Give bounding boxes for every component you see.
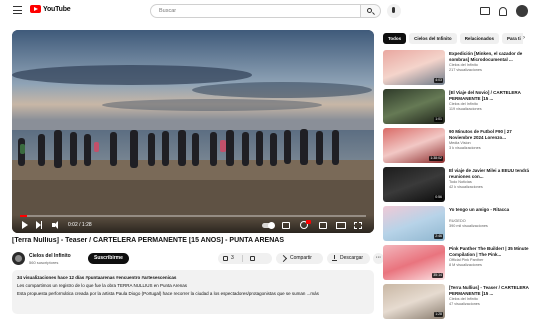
- chip-related[interactable]: Relacionados: [459, 33, 499, 44]
- recommendation-channel[interactable]: Official Pink Panther: [449, 258, 483, 262]
- duration-badge: 35:14: [432, 273, 443, 278]
- filter-chips: Todos Cielos del Infinito Relacionados P…: [383, 33, 529, 45]
- divider: [242, 255, 243, 262]
- recommendation-views: 3 k visualizaciones: [449, 146, 481, 150]
- recommendation-title[interactable]: El viaje de Javier Milei a EEUU tendrá r…: [449, 168, 531, 179]
- thumbs-down-icon[interactable]: [250, 256, 255, 261]
- share-icon: [279, 254, 288, 263]
- download-label: Descargar: [340, 255, 364, 261]
- account-avatar[interactable]: [516, 5, 528, 17]
- description-box[interactable]: 34 visualizaciones hace 12 días #puntaar…: [12, 270, 374, 314]
- recommendation-title[interactable]: Yo tengo un amigo - Ritacca: [449, 207, 531, 218]
- recommendation-views: 47 visualizaciones: [449, 302, 480, 306]
- channel-name[interactable]: Cielos del Infinito: [29, 253, 71, 259]
- video-title: [Terra Nullius] - Teaser / CARTELERA PER…: [12, 237, 284, 244]
- top-right-actions: [480, 5, 528, 17]
- description-line: Esta propuesta performática creada por l…: [17, 291, 319, 296]
- subscribe-button[interactable]: Suscribirme: [88, 253, 129, 264]
- recommendation-channel[interactable]: Media Vision: [449, 141, 471, 145]
- recommendation-title[interactable]: [El Viaje del Novio] / CARTELERA PERMANE…: [449, 90, 531, 101]
- top-bar: YouTube Buscar: [0, 0, 537, 22]
- duration-badge: 4:03: [434, 78, 443, 83]
- chip-channel[interactable]: Cielos del Infinito: [409, 33, 457, 44]
- play-icon[interactable]: [22, 221, 28, 229]
- recommendation-channel[interactable]: Cielos del Infinito: [449, 102, 478, 106]
- recommendation-channel[interactable]: Cielos del Infinito: [449, 297, 478, 301]
- recommendation-views: 8 M visualizaciones: [449, 263, 482, 267]
- duration-badge: 1:28: [434, 312, 443, 317]
- recommendation-title[interactable]: Expedición [Minken, el cazador de sombra…: [449, 51, 531, 62]
- hd-badge: [306, 220, 311, 224]
- duration-badge: 0:56: [434, 195, 443, 200]
- like-count: 3: [231, 255, 234, 261]
- autoplay-toggle[interactable]: [262, 222, 275, 229]
- youtube-play-icon: [30, 5, 41, 13]
- progress-bar[interactable]: [20, 215, 366, 217]
- youtube-logo[interactable]: YouTube: [30, 5, 71, 13]
- voice-search-button[interactable]: [387, 4, 401, 18]
- video-thumbnail[interactable]: 4:03: [383, 50, 445, 85]
- notifications-bell-icon[interactable]: [499, 6, 507, 16]
- logo-text: YouTube: [43, 5, 71, 13]
- recommendation-views: 217 visualizaciones: [449, 68, 482, 72]
- miniplayer-icon[interactable]: [319, 222, 327, 229]
- share-button[interactable]: Compartir: [276, 253, 323, 264]
- volume-icon[interactable]: [52, 221, 60, 229]
- chip-all[interactable]: Todos: [383, 33, 407, 44]
- search-button[interactable]: [361, 4, 381, 18]
- fullscreen-icon[interactable]: [354, 222, 362, 229]
- like-dislike-group: 3: [218, 253, 272, 264]
- recommendation-channel[interactable]: Cielos del Infinito: [449, 63, 478, 67]
- menu-icon[interactable]: [13, 6, 22, 14]
- channel-avatar[interactable]: [12, 252, 25, 265]
- video-player[interactable]: 0:02 / 1:28: [12, 30, 374, 233]
- description-meta: 34 visualizaciones hace 12 días #puntaar…: [17, 275, 177, 280]
- captions-icon[interactable]: [282, 222, 290, 229]
- channel-row: Cielos del Infinito 560 suscriptores Sus…: [12, 251, 384, 267]
- subscriber-count: 560 suscriptores: [29, 260, 59, 265]
- recommendation-title[interactable]: [Terra Nullius] - Teaser / CARTELERA PER…: [449, 285, 531, 296]
- duration-badge: 1:38:02: [429, 156, 443, 161]
- video-frame: [12, 30, 374, 233]
- recommendation-title[interactable]: Pink Panther The Builder! | 35 Minute Co…: [449, 246, 531, 257]
- recommendation-item[interactable]: 2:46 Yo tengo un amigo - Ritacca RUGEDO …: [383, 206, 533, 242]
- search-icon: [367, 8, 372, 13]
- video-thumbnail[interactable]: 1:01: [383, 89, 445, 124]
- video-thumbnail[interactable]: 1:38:02: [383, 128, 445, 163]
- description-line: Les compartimos un registro de lo que fu…: [17, 283, 188, 288]
- next-icon[interactable]: [36, 221, 43, 229]
- recommendation-item[interactable]: 4:03 Expedición [Minken, el cazador de s…: [383, 50, 533, 86]
- duration-badge: 2:46: [434, 234, 443, 239]
- video-thumbnail[interactable]: 0:56: [383, 167, 445, 202]
- recommendation-item[interactable]: 1:01 [El Viaje del Novio] / CARTELERA PE…: [383, 89, 533, 125]
- video-thumbnail[interactable]: 2:46: [383, 206, 445, 241]
- video-thumbnail[interactable]: 35:14: [383, 245, 445, 280]
- recommendation-channel[interactable]: Todo Noticias: [449, 180, 472, 184]
- download-button[interactable]: Descargar: [327, 253, 370, 264]
- duration-badge: 1:01: [434, 117, 443, 122]
- progress-fill: [20, 215, 27, 217]
- recommendation-channel[interactable]: RUGEDO: [449, 219, 466, 223]
- recommendation-views: 119 visualizaciones: [449, 107, 482, 111]
- recommendation-views: 390 mil visualizaciones: [449, 224, 488, 228]
- recommendation-item[interactable]: 1:38:02 90 Minutos de Futbol F90 | 27 No…: [383, 128, 533, 164]
- recommendation-item[interactable]: 0:56 El viaje de Javier Milei a EEUU ten…: [383, 167, 533, 203]
- search-input[interactable]: Buscar: [150, 4, 361, 18]
- share-label: Compartir: [290, 255, 312, 261]
- create-icon[interactable]: [480, 7, 490, 15]
- recommendation-item[interactable]: 1:28 [Terra Nullius] - Teaser / CARTELER…: [383, 284, 533, 320]
- recommendation-title[interactable]: 90 Minutos de Futbol F90 | 27 Noviembre …: [449, 129, 531, 140]
- video-thumbnail[interactable]: 1:28: [383, 284, 445, 319]
- recommendation-views: 42 k visualizaciones: [449, 185, 483, 189]
- chevron-right-icon[interactable]: ›: [523, 33, 529, 44]
- theater-mode-icon[interactable]: [336, 222, 346, 229]
- thumbs-up-icon[interactable]: [223, 256, 228, 261]
- download-icon: [332, 255, 337, 261]
- time-display: 0:02 / 1:28: [68, 222, 92, 228]
- recommendation-item[interactable]: 35:14 Pink Panther The Builder! | 35 Min…: [383, 245, 533, 281]
